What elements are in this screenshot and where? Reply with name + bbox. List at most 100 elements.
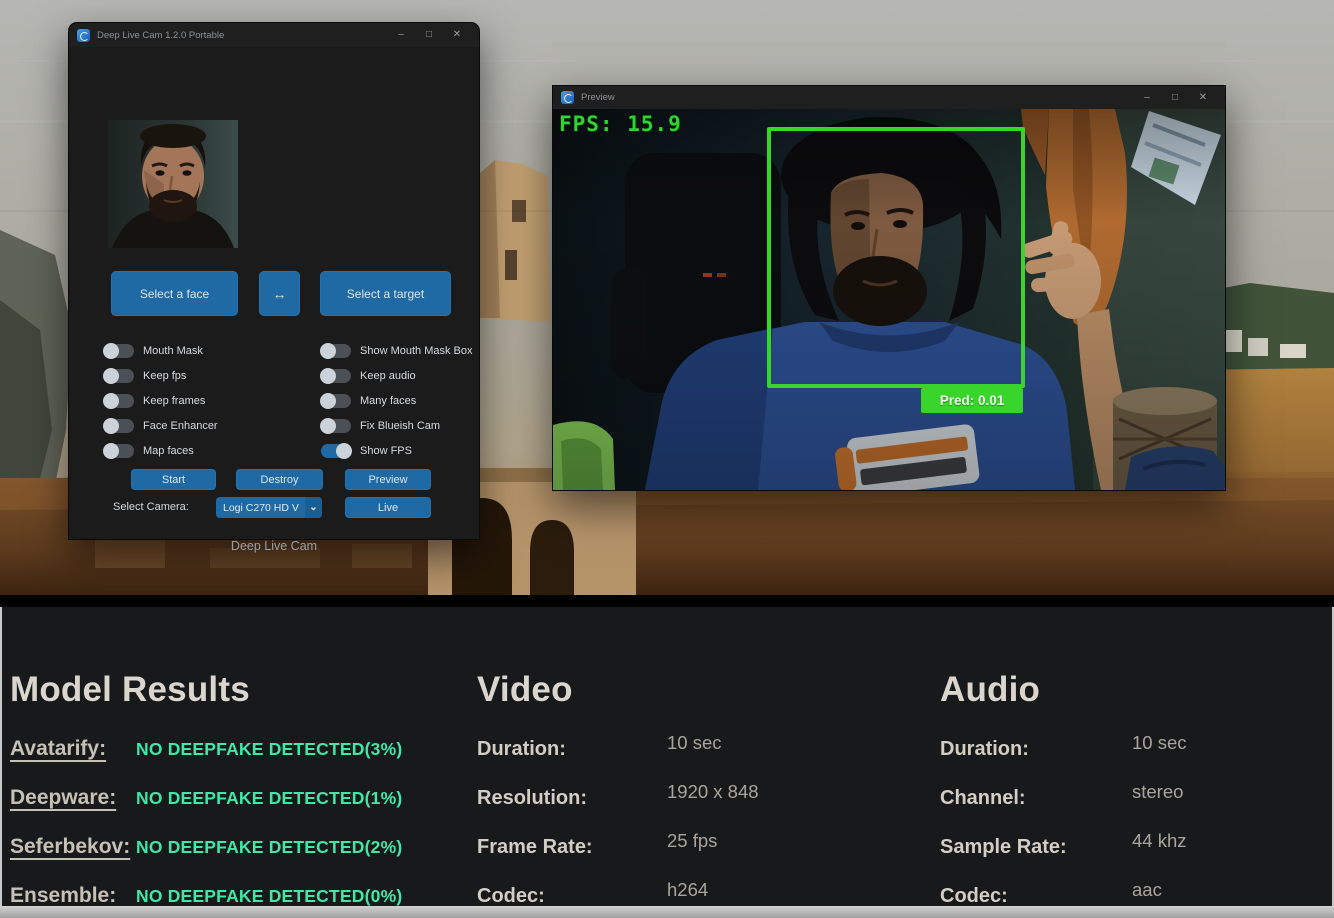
maximize-icon[interactable]: □ — [415, 23, 443, 47]
model-result-row: Seferbekov: NO DEEPFAKE DETECTED(2%) — [10, 834, 450, 860]
video-info-value: h264 — [667, 879, 708, 901]
dlc-footer-text: Deep Live Cam — [69, 539, 479, 553]
toggle-fix-blueish-cam[interactable]: Fix Blueish Cam — [321, 418, 440, 433]
toggle-keep-frames[interactable]: Keep frames — [104, 393, 205, 408]
toggle-keep-audio[interactable]: Keep audio — [321, 368, 416, 383]
select-camera-label: Select Camera: — [113, 501, 189, 513]
start-button[interactable]: Start — [131, 469, 216, 490]
source-face-image — [108, 120, 238, 248]
model-result-row: Avatarify: NO DEEPFAKE DETECTED(3%) — [10, 736, 450, 762]
prediction-label: Pred: 0.01 — [921, 388, 1023, 413]
toggle-label: Show FPS — [360, 445, 412, 457]
close-icon[interactable]: ✕ — [443, 23, 471, 47]
switch[interactable] — [104, 444, 134, 458]
preview-window-title: Preview — [581, 92, 615, 103]
video-section-title: Video — [477, 668, 907, 712]
toggle-map-faces[interactable]: Map faces — [104, 443, 194, 458]
destroy-button[interactable]: Destroy — [236, 469, 323, 490]
switch[interactable] — [321, 369, 351, 383]
model-name-link[interactable]: Avatarify: — [10, 737, 136, 761]
video-info-value: 25 fps — [667, 830, 717, 852]
switch[interactable] — [321, 394, 351, 408]
toggle-show-fps[interactable]: Show FPS — [321, 443, 412, 458]
switch[interactable] — [104, 394, 134, 408]
video-info-label: Codec: — [477, 885, 667, 908]
audio-info-row: Duration: 10 sec — [940, 736, 1330, 762]
audio-info-label: Channel: — [940, 787, 1132, 810]
audio-info-value: aac — [1132, 879, 1162, 901]
toggle-label: Map faces — [143, 445, 194, 457]
switch[interactable] — [104, 419, 134, 433]
switch[interactable] — [321, 344, 351, 358]
audio-info-row: Channel: stereo — [940, 785, 1330, 811]
preview-titlebar[interactable]: Preview – □ ✕ — [553, 86, 1225, 109]
audio-info-label: Codec: — [940, 885, 1132, 908]
video-info-section: Video Duration: 10 sec Resolution: 1920 … — [477, 668, 907, 918]
webcam-feed: FPS: 15.9 Pred: 0.01 — [553, 109, 1225, 490]
model-result-value: NO DEEPFAKE DETECTED(1%) — [136, 788, 402, 809]
video-info-row: Duration: 10 sec — [477, 736, 907, 762]
select-face-label: Select a face — [140, 287, 209, 301]
toggle-show-mouth-mask-box[interactable]: Show Mouth Mask Box — [321, 343, 473, 358]
dlc-titlebar[interactable]: Deep Live Cam 1.2.0 Portable – □ ✕ — [69, 23, 479, 47]
audio-section-title: Audio — [940, 668, 1330, 712]
model-name-link[interactable]: Seferbekov: — [10, 835, 136, 859]
preview-app-icon — [561, 91, 574, 104]
model-results-section: Model Results Avatarify: NO DEEPFAKE DET… — [10, 668, 450, 918]
toggle-label: Keep fps — [143, 370, 186, 382]
audio-info-value: 10 sec — [1132, 732, 1187, 754]
deep-live-cam-window: Deep Live Cam 1.2.0 Portable – □ ✕ — [68, 22, 480, 540]
model-result-value: NO DEEPFAKE DETECTED(2%) — [136, 837, 402, 858]
camera-dropdown[interactable]: Logi C270 HD V ⌄ — [216, 497, 322, 518]
chevron-down-icon: ⌄ — [305, 497, 322, 518]
model-result-value: NO DEEPFAKE DETECTED(0%) — [136, 886, 402, 907]
toggle-label: Fix Blueish Cam — [360, 420, 440, 432]
toggle-keep-fps[interactable]: Keep fps — [104, 368, 186, 383]
toggle-label: Keep frames — [143, 395, 205, 407]
model-result-row: Deepware: NO DEEPFAKE DETECTED(1%) — [10, 785, 450, 811]
preview-window: Preview – □ ✕ — [552, 85, 1226, 491]
video-info-row: Resolution: 1920 x 848 — [477, 785, 907, 811]
swap-faces-button[interactable]: ↔ — [259, 271, 300, 316]
camera-dropdown-value: Logi C270 HD V — [216, 502, 305, 514]
switch[interactable] — [104, 344, 134, 358]
audio-info-label: Sample Rate: — [940, 836, 1132, 859]
close-icon[interactable]: ✕ — [1189, 86, 1217, 109]
live-button[interactable]: Live — [345, 497, 431, 518]
toggle-label: Many faces — [360, 395, 416, 407]
video-info-row: Frame Rate: 25 fps — [477, 834, 907, 860]
preview-button[interactable]: Preview — [345, 469, 431, 490]
fps-overlay: FPS: 15.9 — [559, 112, 682, 136]
select-target-button[interactable]: Select a target — [320, 271, 451, 316]
switch[interactable] — [104, 369, 134, 383]
live-label: Live — [378, 502, 398, 514]
maximize-icon[interactable]: □ — [1161, 86, 1189, 109]
video-info-label: Duration: — [477, 738, 667, 761]
model-name-link[interactable]: Ensemble: — [10, 884, 136, 908]
video-info-value: 1920 x 848 — [667, 781, 759, 803]
start-label: Start — [162, 474, 185, 486]
audio-info-section: Audio Duration: 10 sec Channel: stereo S… — [940, 668, 1330, 918]
video-info-label: Resolution: — [477, 787, 667, 810]
audio-info-value: 44 khz — [1132, 830, 1187, 852]
model-name-link[interactable]: Deepware: — [10, 786, 136, 810]
dlc-window-title: Deep Live Cam 1.2.0 Portable — [97, 30, 224, 41]
preview-label: Preview — [368, 474, 407, 486]
toggle-many-faces[interactable]: Many faces — [321, 393, 416, 408]
switch[interactable] — [321, 419, 351, 433]
select-face-button[interactable]: Select a face — [111, 271, 238, 316]
swap-arrows-icon: ↔ — [273, 286, 287, 302]
model-result-value: NO DEEPFAKE DETECTED(3%) — [136, 739, 402, 760]
toggle-label: Face Enhancer — [143, 420, 218, 432]
destroy-label: Destroy — [261, 474, 299, 486]
minimize-icon[interactable]: – — [387, 23, 415, 47]
toggle-mouth-mask[interactable]: Mouth Mask — [104, 343, 203, 358]
minimize-icon[interactable]: – — [1133, 86, 1161, 109]
audio-info-row: Sample Rate: 44 khz — [940, 834, 1330, 860]
toggle-label: Mouth Mask — [143, 345, 203, 357]
toggle-label: Keep audio — [360, 370, 416, 382]
toggle-label: Show Mouth Mask Box — [360, 345, 473, 357]
toggle-face-enhancer[interactable]: Face Enhancer — [104, 418, 218, 433]
model-results-title: Model Results — [10, 668, 450, 712]
switch[interactable] — [321, 444, 351, 458]
